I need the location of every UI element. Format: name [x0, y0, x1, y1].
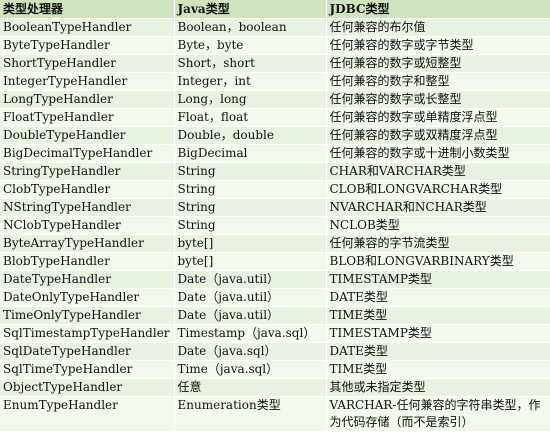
table-row: LongTypeHandler Long，long 任何兼容的数字或长整型 [0, 90, 550, 109]
java-type-cell: Integer，int [174, 72, 327, 91]
java-type-cell: Long，long [174, 90, 327, 109]
handler-cell: DoubleTypeHandler [0, 126, 175, 145]
table-row: BigDecimalTypeHandler BigDecimal 任何兼容的数字或十… [0, 144, 550, 163]
handler-cell: StringTypeHandler [0, 162, 175, 181]
handler-cell: SqlTimestampTypeHandler [0, 324, 175, 343]
jdbc-type-cell: TIMESTAMP类型 [326, 324, 550, 343]
table-header-row: 类型处理器 Java类型 JDBC类型 [0, 0, 550, 19]
jdbc-type-cell: 任何兼容的数字或短整型 [326, 54, 550, 73]
table-row: ByteArrayTypeHandler byte[] 任何兼容的字节流类型 [0, 234, 550, 253]
table-row: BooleanTypeHandler Boolean，boolean 任何兼容的布尔… [0, 18, 550, 37]
handler-cell: NClobTypeHandler [0, 216, 175, 235]
handler-cell: DateTypeHandler [0, 270, 175, 289]
java-type-cell: BigDecimal [174, 144, 327, 163]
table-row: SqlTimeTypeHandler Time（java.sql） TIME类型 [0, 360, 550, 379]
jdbc-type-cell: NVARCHAR和NCHAR类型 [326, 198, 550, 217]
java-type-cell: Time（java.sql） [174, 360, 327, 379]
java-type-cell: Date（java.util） [174, 288, 327, 307]
table-row: ObjectTypeHandler 任意 其他或未指定类型 [0, 378, 550, 397]
java-type-cell: byte[] [174, 252, 327, 271]
column-header-java-type: Java类型 [174, 0, 327, 19]
handler-cell: SqlDateTypeHandler [0, 342, 175, 361]
handler-cell: TimeOnlyTypeHandler [0, 306, 175, 325]
handler-cell: EnumTypeHandler [0, 396, 175, 432]
table-row: TimeOnlyTypeHandler Date（java.util） TIME类型 [0, 306, 550, 325]
handler-cell: ByteTypeHandler [0, 36, 175, 55]
jdbc-type-cell: TIMESTAMP类型 [326, 270, 550, 289]
table-row: SqlTimestampTypeHandler Timestamp（java.sq… [0, 324, 550, 343]
jdbc-type-cell: DATE类型 [326, 342, 550, 361]
jdbc-type-cell: DATE类型 [326, 288, 550, 307]
java-type-cell: Boolean，boolean [174, 18, 327, 37]
handler-cell: FloatTypeHandler [0, 108, 175, 127]
jdbc-type-cell: TIME类型 [326, 306, 550, 325]
jdbc-type-cell: 任何兼容的数字或长整型 [326, 90, 550, 109]
java-type-cell: Enumeration类型 [174, 396, 327, 432]
column-header-jdbc-type: JDBC类型 [326, 0, 550, 19]
jdbc-type-cell: CLOB和LONGVARCHAR类型 [326, 180, 550, 199]
handler-cell: BigDecimalTypeHandler [0, 144, 175, 163]
table-row: DoubleTypeHandler Double，double 任何兼容的数字或双精… [0, 126, 550, 145]
table-row: DateOnlyTypeHandler Date（java.util） DATE类型 [0, 288, 550, 307]
jdbc-type-cell: 任何兼容的布尔值 [326, 18, 550, 37]
table-row: ShortTypeHandler Short，short 任何兼容的数字或短整型 [0, 54, 550, 73]
type-handler-table-page: 类型处理器 Java类型 JDBC类型 BooleanTypeHandler Bo… [0, 0, 550, 432]
java-type-cell: Double，double [174, 126, 327, 145]
handler-cell: BooleanTypeHandler [0, 18, 175, 37]
java-type-cell: Date（java.util） [174, 270, 327, 289]
handler-cell: DateOnlyTypeHandler [0, 288, 175, 307]
table-row: IntegerTypeHandler Integer，int 任何兼容的数字和整型 [0, 72, 550, 91]
java-type-cell: Date（java.sql） [174, 342, 327, 361]
jdbc-type-cell: 任何兼容的数字或双精度浮点型 [326, 126, 550, 145]
table-row: DateTypeHandler Date（java.util） TIMESTAMP类… [0, 270, 550, 289]
handler-cell: NStringTypeHandler [0, 198, 175, 217]
java-type-cell: String [174, 198, 327, 217]
table-row: NClobTypeHandler String NCLOB类型 [0, 216, 550, 235]
java-type-cell: String [174, 216, 327, 235]
jdbc-type-cell: 其他或未指定类型 [326, 378, 550, 397]
jdbc-type-cell: BLOB和LONGVARBINARY类型 [326, 252, 550, 271]
type-handler-table: 类型处理器 Java类型 JDBC类型 BooleanTypeHandler Bo… [0, 0, 550, 432]
jdbc-type-cell: TIME类型 [326, 360, 550, 379]
table-row: SqlDateTypeHandler Date（java.sql） DATE类型 [0, 342, 550, 361]
java-type-cell: Byte，byte [174, 36, 327, 55]
jdbc-type-cell: 任何兼容的数字或十进制小数类型 [326, 144, 550, 163]
handler-cell: ClobTypeHandler [0, 180, 175, 199]
table-row: NStringTypeHandler String NVARCHAR和NCHAR类型 [0, 198, 550, 217]
java-type-cell: Date（java.util） [174, 306, 327, 325]
handler-cell: IntegerTypeHandler [0, 72, 175, 91]
column-header-handler: 类型处理器 [0, 0, 175, 19]
jdbc-type-cell: NCLOB类型 [326, 216, 550, 235]
jdbc-type-cell: VARCHAR-任何兼容的字符串类型，作为代码存储（而不是索引） [326, 396, 550, 432]
handler-cell: LongTypeHandler [0, 90, 175, 109]
jdbc-type-cell: 任何兼容的字节流类型 [326, 234, 550, 253]
jdbc-type-cell: 任何兼容的数字或字节类型 [326, 36, 550, 55]
handler-cell: ByteArrayTypeHandler [0, 234, 175, 253]
table-row: StringTypeHandler String CHAR和VARCHAR类型 [0, 162, 550, 181]
table-row: ClobTypeHandler String CLOB和LONGVARCHAR类型 [0, 180, 550, 199]
table-row: ByteTypeHandler Byte，byte 任何兼容的数字或字节类型 [0, 36, 550, 55]
java-type-cell: Timestamp（java.sql） [174, 324, 327, 343]
java-type-cell: byte[] [174, 234, 327, 253]
table-row: FloatTypeHandler Float，float 任何兼容的数字或单精度浮点… [0, 108, 550, 127]
handler-cell: ShortTypeHandler [0, 54, 175, 73]
handler-cell: ObjectTypeHandler [0, 378, 175, 397]
jdbc-type-cell: 任何兼容的数字或单精度浮点型 [326, 108, 550, 127]
java-type-cell: String [174, 162, 327, 181]
table-body: BooleanTypeHandler Boolean，boolean 任何兼容的布尔… [0, 18, 550, 432]
java-type-cell: String [174, 180, 327, 199]
jdbc-type-cell: 任何兼容的数字和整型 [326, 72, 550, 91]
jdbc-type-cell: CHAR和VARCHAR类型 [326, 162, 550, 181]
table-row: BlobTypeHandler byte[] BLOB和LONGVARBINARY类… [0, 252, 550, 271]
java-type-cell: Short，short [174, 54, 327, 73]
java-type-cell: 任意 [174, 378, 327, 397]
handler-cell: BlobTypeHandler [0, 252, 175, 271]
handler-cell: SqlTimeTypeHandler [0, 360, 175, 379]
java-type-cell: Float，float [174, 108, 327, 127]
table-row: EnumTypeHandler Enumeration类型 VARCHAR-任何兼容… [0, 396, 550, 432]
